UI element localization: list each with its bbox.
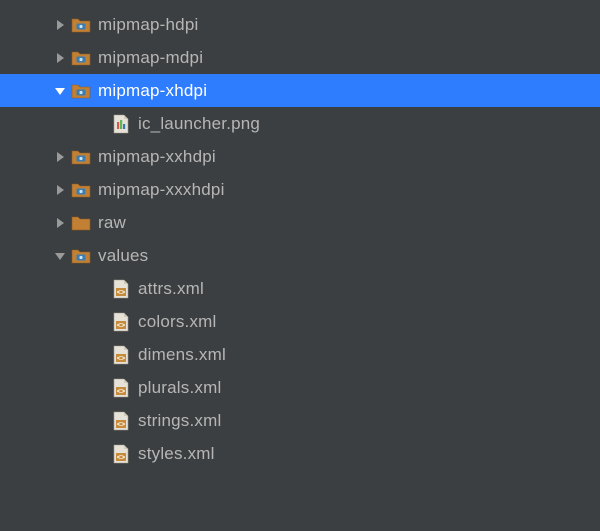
tree-row[interactable]: <> dimens.xml (0, 338, 600, 371)
resource-folder-icon (70, 179, 92, 201)
tree-row-label: dimens.xml (138, 345, 226, 365)
xml-file-icon: <> (110, 278, 132, 300)
resource-folder-icon (70, 245, 92, 267)
tree-row[interactable]: mipmap-xhdpi (0, 74, 600, 107)
resource-folder-icon (70, 80, 92, 102)
svg-text:<>: <> (117, 355, 125, 362)
tree-row[interactable]: <> plurals.xml (0, 371, 600, 404)
tree-row[interactable]: <> colors.xml (0, 305, 600, 338)
tree-row-label: styles.xml (138, 444, 215, 464)
xml-file-icon: <> (110, 377, 132, 399)
folder-icon (70, 212, 92, 234)
tree-row[interactable]: <> styles.xml (0, 437, 600, 470)
svg-text:<>: <> (117, 454, 125, 461)
tree-row-label: raw (98, 213, 126, 233)
project-tree[interactable]: mipmap-hdpi mipmap-mdpi mipmap-xhdpi ic_lau… (0, 0, 600, 470)
resource-folder-icon (70, 47, 92, 69)
tree-row-label: ic_launcher.png (138, 114, 260, 134)
disclosure-triangle-closed-icon[interactable] (50, 52, 70, 64)
image-file-icon (110, 113, 132, 135)
disclosure-triangle-closed-icon[interactable] (50, 19, 70, 31)
xml-file-icon: <> (110, 410, 132, 432)
tree-row[interactable]: ic_launcher.png (0, 107, 600, 140)
xml-file-icon: <> (110, 311, 132, 333)
tree-row-label: mipmap-xxhdpi (98, 147, 216, 167)
tree-row-label: mipmap-hdpi (98, 15, 198, 35)
tree-row-label: mipmap-xxxhdpi (98, 180, 225, 200)
svg-text:<>: <> (117, 322, 125, 329)
xml-file-icon: <> (110, 344, 132, 366)
tree-row[interactable]: mipmap-mdpi (0, 41, 600, 74)
svg-text:<>: <> (117, 388, 125, 395)
svg-text:<>: <> (117, 421, 125, 428)
tree-row[interactable]: values (0, 239, 600, 272)
resource-folder-icon (70, 146, 92, 168)
tree-row-label: values (98, 246, 148, 266)
resource-folder-icon (70, 14, 92, 36)
tree-row-label: attrs.xml (138, 279, 204, 299)
tree-row[interactable]: mipmap-xxxhdpi (0, 173, 600, 206)
tree-row-label: colors.xml (138, 312, 217, 332)
tree-row[interactable]: <> strings.xml (0, 404, 600, 437)
xml-file-icon: <> (110, 443, 132, 465)
tree-row-label: mipmap-xhdpi (98, 81, 207, 101)
disclosure-triangle-closed-icon[interactable] (50, 217, 70, 229)
disclosure-triangle-closed-icon[interactable] (50, 151, 70, 163)
tree-row-label: strings.xml (138, 411, 221, 431)
tree-row[interactable]: mipmap-hdpi (0, 8, 600, 41)
tree-row[interactable]: raw (0, 206, 600, 239)
disclosure-triangle-open-icon[interactable] (50, 85, 70, 97)
tree-row[interactable]: <> attrs.xml (0, 272, 600, 305)
svg-text:<>: <> (117, 289, 125, 296)
disclosure-triangle-closed-icon[interactable] (50, 184, 70, 196)
tree-row[interactable]: mipmap-xxhdpi (0, 140, 600, 173)
tree-row-label: mipmap-mdpi (98, 48, 203, 68)
tree-row-label: plurals.xml (138, 378, 221, 398)
disclosure-triangle-open-icon[interactable] (50, 250, 70, 262)
